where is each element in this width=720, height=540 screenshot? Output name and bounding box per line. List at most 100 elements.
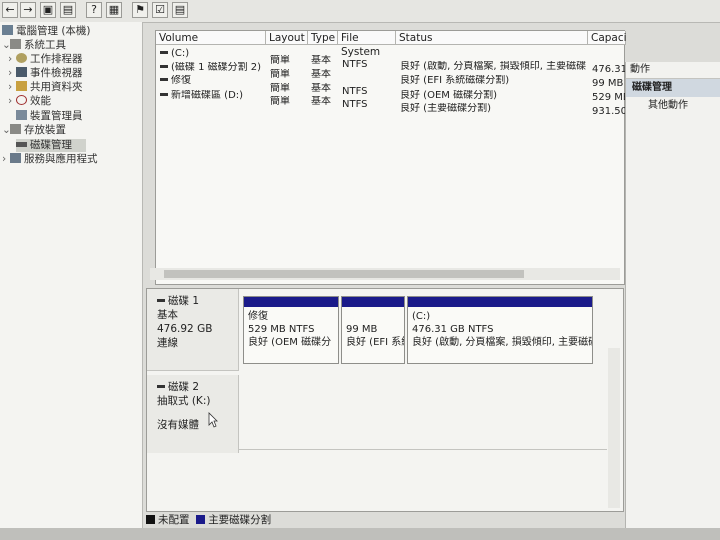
- partition-status: 良好 (OEM 磁碟分: [248, 337, 332, 348]
- capacity-cell: 476.31: [592, 64, 626, 75]
- partition-name: (C:): [412, 311, 431, 322]
- disk-icon: [157, 385, 165, 388]
- disk-2-type: 抽取式 (K:): [157, 395, 211, 407]
- volume-icon: [160, 78, 168, 81]
- volume-name: 修復: [171, 75, 191, 86]
- disk-icon: [157, 299, 165, 302]
- folder-icon[interactable]: ▣: [40, 2, 56, 18]
- actions-header: 動作: [626, 62, 720, 79]
- action-more-actions[interactable]: 其他動作: [626, 97, 720, 115]
- tree-item-performance[interactable]: › 效能: [8, 95, 51, 108]
- column-header-type[interactable]: Type: [308, 31, 338, 45]
- status-cell: 良好 (EFI 系統磁碟分割): [400, 75, 510, 86]
- horizontal-scrollbar[interactable]: [150, 268, 620, 280]
- volume-icon: [160, 93, 168, 96]
- disk-1-label[interactable]: 磁碟 1 基本 476.92 GB 連線: [147, 289, 239, 371]
- mouse-cursor-icon: [208, 412, 218, 428]
- column-header-capacity[interactable]: Capaci: [588, 31, 627, 45]
- type-cell: 基本: [311, 69, 331, 80]
- partition-recovery[interactable]: 修復 529 MB NTFS 良好 (OEM 磁碟分: [243, 296, 339, 364]
- action-disk-management[interactable]: 磁碟管理: [626, 79, 720, 97]
- tree-root[interactable]: 電腦管理 (本機): [2, 25, 91, 38]
- services-icon: [10, 153, 21, 163]
- chevron-right-icon[interactable]: ›: [2, 153, 10, 166]
- partition-efi[interactable]: 99 MB 良好 (EFI 系統: [341, 296, 405, 364]
- partition-bar: [244, 297, 338, 307]
- tree-item-shared-folders[interactable]: › 共用資料夾: [8, 81, 83, 94]
- volume-icon: [160, 65, 168, 68]
- chevron-right-icon[interactable]: ›: [8, 95, 16, 108]
- back-arrow-icon[interactable]: ←: [2, 2, 18, 18]
- storage-icon: [10, 124, 21, 134]
- partition-bar: [408, 297, 592, 307]
- tree-item-storage[interactable]: ⌄ 存放裝置: [2, 124, 66, 137]
- disk-2-media: 沒有媒體: [157, 419, 199, 431]
- tree-label: 共用資料夾: [30, 81, 83, 93]
- device-manager-icon: [16, 110, 27, 120]
- tree-label: 系統工具: [24, 39, 66, 51]
- scrollbar-thumb[interactable]: [164, 270, 524, 278]
- vertical-scrollbar[interactable]: [608, 348, 620, 508]
- toolbar: ← → ▣ ▤ ? ▦ ⚑ ☑ ▤: [0, 0, 720, 23]
- table-row[interactable]: (C:): [160, 48, 264, 60]
- tree-label: 磁碟管理: [30, 139, 72, 151]
- flag-icon[interactable]: ⚑: [132, 2, 148, 18]
- tools-icon: [10, 39, 21, 49]
- partition-size: 99 MB: [346, 324, 378, 335]
- computer-icon: [2, 25, 13, 35]
- fs-cell: NTFS: [342, 59, 368, 70]
- console-icon[interactable]: ▤: [60, 2, 76, 18]
- chevron-down-icon[interactable]: ⌄: [2, 39, 11, 52]
- tree-item-event-viewer[interactable]: › 事件檢視器: [8, 67, 83, 80]
- volume-name: (磁碟 1 磁碟分割 2): [171, 62, 262, 73]
- pane-icon[interactable]: ▦: [106, 2, 122, 18]
- tree-label: 服務與應用程式: [24, 153, 98, 165]
- column-header-status[interactable]: Status: [396, 31, 588, 45]
- partition-name: [346, 310, 400, 323]
- performance-icon: [16, 95, 27, 105]
- disk-2-name: 磁碟 2: [168, 381, 200, 393]
- column-header-filesystem[interactable]: File System: [338, 31, 396, 58]
- tree-item-task-scheduler[interactable]: › 工作排程器: [8, 53, 83, 66]
- tree-label: 存放裝置: [24, 124, 66, 136]
- volume-name: (C:): [171, 48, 190, 59]
- type-cell: 基本: [311, 96, 331, 107]
- disk-1-status: 連線: [157, 337, 178, 349]
- capacity-cell: 99 MB: [592, 78, 624, 89]
- volume-icon: [160, 51, 168, 54]
- type-cell: 基本: [311, 55, 331, 66]
- layout-cell: 簡單: [270, 96, 290, 107]
- tree-item-device-manager[interactable]: 裝置管理員: [16, 110, 83, 123]
- tree-item-services[interactable]: › 服務與應用程式: [2, 153, 98, 166]
- layout-cell: 簡單: [270, 55, 290, 66]
- check-icon[interactable]: ☑: [152, 2, 168, 18]
- partition-status: 良好 (啟動, 分頁檔案, 損毀傾印, 主要磁碟分: [412, 337, 592, 348]
- capacity-cell: 931.50: [592, 106, 626, 117]
- column-header-layout[interactable]: Layout: [266, 31, 308, 45]
- chevron-right-icon[interactable]: ›: [8, 53, 16, 66]
- forward-arrow-icon[interactable]: →: [20, 2, 36, 18]
- partition-status: 良好 (EFI 系統: [346, 337, 404, 348]
- tree-label: 裝置管理員: [30, 110, 83, 122]
- disk-1-size: 476.92 GB: [157, 323, 213, 335]
- tree-label: 工作排程器: [30, 53, 83, 65]
- disk-1-type: 基本: [157, 309, 178, 321]
- table-row[interactable]: 新增磁碟區 (D:): [160, 90, 264, 102]
- chevron-right-icon[interactable]: ›: [8, 67, 16, 80]
- table-row[interactable]: (磁碟 1 磁碟分割 2): [160, 62, 264, 74]
- shared-folder-icon: [16, 81, 27, 91]
- fs-cell: NTFS: [342, 99, 368, 110]
- column-header-volume[interactable]: Volume: [156, 31, 266, 45]
- chevron-right-icon[interactable]: ›: [8, 81, 16, 94]
- volume-list: Volume Layout Type File System Status Ca…: [155, 30, 627, 285]
- help-icon[interactable]: ?: [86, 2, 102, 18]
- tree-item-disk-management[interactable]: 磁碟管理: [16, 139, 86, 152]
- disk-2-label[interactable]: 磁碟 2 抽取式 (K:) 沒有媒體: [147, 375, 239, 453]
- status-cell: 良好 (主要磁碟分割): [400, 103, 491, 114]
- table-row[interactable]: 修復: [160, 75, 264, 87]
- properties-icon[interactable]: ▤: [172, 2, 188, 18]
- partition-c[interactable]: (C:) 476.31 GB NTFS 良好 (啟動, 分頁檔案, 損毀傾印, …: [407, 296, 593, 364]
- partition-name: 修復: [248, 311, 268, 322]
- tree-item-system-tools[interactable]: ⌄ 系統工具: [2, 39, 66, 52]
- chevron-down-icon[interactable]: ⌄: [2, 124, 11, 137]
